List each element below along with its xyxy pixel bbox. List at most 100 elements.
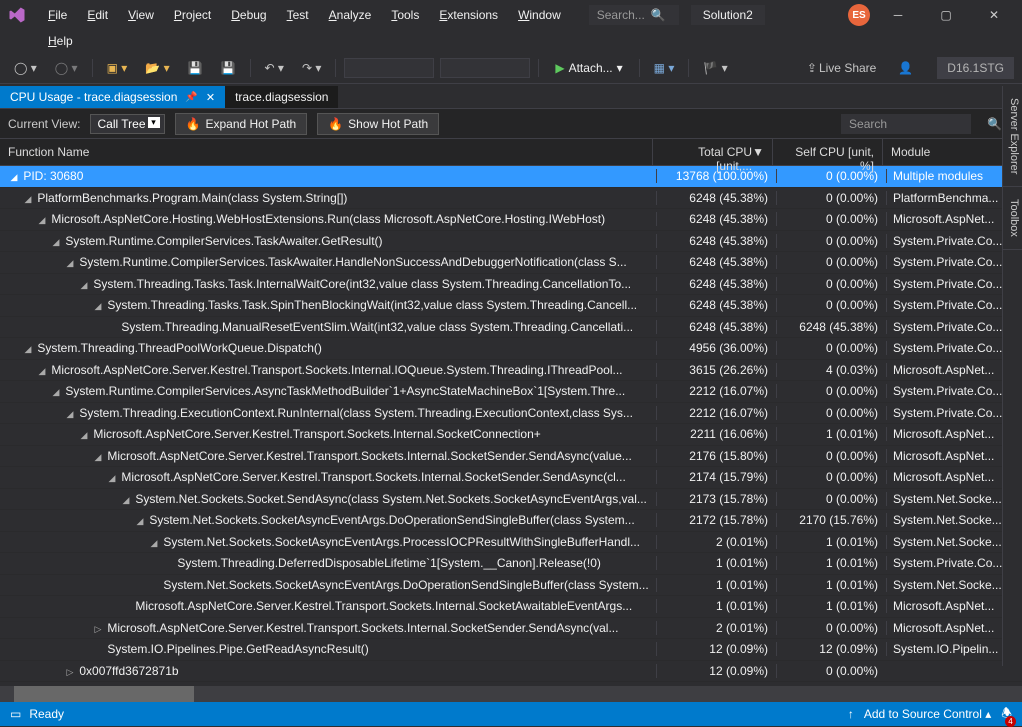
table-row[interactable]: ◢ System.Threading.Tasks.Task.InternalWa… [0,274,1022,296]
menu-view[interactable]: View [120,4,162,26]
col-module[interactable]: Module [883,139,1005,165]
liveshare-button[interactable]: ⇪ Live Share [801,57,882,79]
menu-test[interactable]: Test [279,4,317,26]
profiler-search-input[interactable]: Search [841,114,971,134]
open-file-button[interactable]: 📂 ▾ [139,57,175,79]
menu-debug[interactable]: Debug [223,4,274,26]
scrollbar-thumb[interactable] [14,686,194,702]
minimize-button[interactable]: ─ [878,2,918,28]
table-row[interactable]: ◢ Microsoft.AspNetCore.Server.Kestrel.Tr… [0,446,1022,468]
expander-icon[interactable]: ◢ [148,538,160,549]
notifications-button[interactable]: 🕭 4 [1001,704,1012,725]
table-row[interactable]: System.IO.Pipelines.Pipe.GetReadAsyncRes… [0,639,1022,661]
table-row[interactable]: ◢ Microsoft.AspNetCore.Server.Kestrel.Tr… [0,424,1022,446]
toolbar-icon-1[interactable]: ▦ ▾ [648,57,681,79]
expander-icon[interactable]: ◢ [22,194,34,205]
toolbar-icon-2[interactable]: 🏴 ▾ [697,57,733,79]
table-row[interactable]: ◢ System.Runtime.CompilerServices.TaskAw… [0,252,1022,274]
expander-icon[interactable]: ◢ [120,495,132,506]
function-name-text: Microsoft.AspNetCore.Server.Kestrel.Tran… [107,449,631,463]
config-dropdown[interactable] [344,58,434,78]
menu-help[interactable]: Help [40,30,81,52]
expander-icon[interactable]: ◢ [50,237,62,248]
add-source-control[interactable]: Add to Source Control ▴ [864,707,991,721]
attach-button[interactable]: ▶ Attach... ▾ [547,58,630,78]
expander-icon[interactable]: ▷ [64,667,76,678]
expander-icon[interactable]: ◢ [78,430,90,441]
toolbox-tab[interactable]: Toolbox [1003,187,1022,250]
table-row[interactable]: ◢ System.Runtime.CompilerServices.AsyncT… [0,381,1022,403]
table-row[interactable]: ◢ System.Net.Sockets.SocketAsyncEventArg… [0,510,1022,532]
tab-cpu-usage[interactable]: CPU Usage - trace.diagsession 📌 ✕ [0,86,225,108]
col-self-cpu[interactable]: Self CPU [unit, %] [773,139,883,165]
menu-edit[interactable]: Edit [79,4,116,26]
menu-extensions[interactable]: Extensions [431,4,506,26]
feedback-button[interactable]: 👤 [892,57,919,79]
cell-function: ▷ 0x007ffd3672871b [0,664,656,678]
save-button[interactable]: 💾 [182,57,209,79]
col-total-cpu[interactable]: Total CPU [unit,...▼ [653,139,773,165]
expander-icon[interactable]: ◢ [36,215,48,226]
save-all-button[interactable]: 💾 [215,57,242,79]
expander-icon[interactable]: ◢ [92,301,104,312]
table-row[interactable]: ◢ System.Threading.Tasks.Task.SpinThenBl… [0,295,1022,317]
expander-icon[interactable]: ◢ [8,172,20,183]
publish-icon[interactable]: ↑ [848,707,854,721]
current-view-select[interactable]: Call Tree [90,114,164,134]
table-row[interactable]: ◢ System.Threading.ThreadPoolWorkQueue.D… [0,338,1022,360]
expander-icon[interactable]: ◢ [134,516,146,527]
table-row[interactable]: ◢ PlatformBenchmarks.Program.Main(class … [0,188,1022,210]
solution-name[interactable]: Solution2 [691,5,765,25]
close-icon[interactable]: ✕ [206,91,215,104]
platform-dropdown[interactable] [440,58,530,78]
expander-icon[interactable]: ◢ [106,473,118,484]
menu-window[interactable]: Window [510,4,569,26]
server-explorer-tab[interactable]: Server Explorer [1003,86,1022,187]
pin-icon[interactable]: 📌 [185,92,197,103]
table-row[interactable]: System.Threading.DeferredDisposableLifet… [0,553,1022,575]
menu-file[interactable]: File [40,4,75,26]
expand-hot-path-button[interactable]: 🔥 Expand Hot Path [175,113,308,135]
menu-tools[interactable]: Tools [383,4,427,26]
expander-icon[interactable]: ◢ [22,344,34,355]
expander-icon[interactable]: ◢ [92,452,104,463]
table-row[interactable]: ▷ Microsoft.AspNetCore.Server.Kestrel.Tr… [0,618,1022,640]
col-function-name[interactable]: Function Name [0,139,653,165]
horizontal-scrollbar[interactable] [0,686,1022,702]
titlebar-search[interactable]: Search... 🔍 [589,5,679,25]
nav-forward-button[interactable]: ◯ ▾ [49,57,84,79]
table-row[interactable]: ◢ Microsoft.AspNetCore.Server.Kestrel.Tr… [0,360,1022,382]
redo-button[interactable]: ↷ ▾ [296,57,327,79]
table-row[interactable]: ◢ System.Net.Sockets.SocketAsyncEventArg… [0,532,1022,554]
table-row[interactable]: ◢ Microsoft.AspNetCore.Hosting.WebHostEx… [0,209,1022,231]
expander-icon[interactable]: ◢ [64,258,76,269]
search-placeholder: Search... [597,8,645,22]
expander-icon[interactable]: ▷ [92,624,104,635]
table-row[interactable]: ◢ Microsoft.AspNetCore.Server.Kestrel.Tr… [0,467,1022,489]
table-row[interactable]: System.Threading.ManualResetEventSlim.Wa… [0,317,1022,339]
user-badge[interactable]: ES [848,4,870,26]
table-row[interactable]: ▷ 0x007ffd3672871b12 (0.09%)0 (0.00%) [0,661,1022,683]
table-row[interactable]: ◢ System.Threading.ExecutionContext.RunI… [0,403,1022,425]
undo-button[interactable]: ↶ ▾ [259,57,290,79]
table-row[interactable]: ◢ System.Net.Sockets.Socket.SendAsync(cl… [0,489,1022,511]
nav-back-button[interactable]: ◯ ▾ [8,57,43,79]
table-body[interactable]: ◢ PID: 3068013768 (100.00%)0 (0.00%)Mult… [0,166,1022,686]
close-button[interactable]: ✕ [974,2,1014,28]
table-row[interactable]: Microsoft.AspNetCore.Server.Kestrel.Tran… [0,596,1022,618]
cell-module: System.Private.Co... [886,556,1008,570]
expander-icon[interactable]: ◢ [78,280,90,291]
tab-trace[interactable]: trace.diagsession [225,86,338,108]
expander-icon[interactable]: ◢ [50,387,62,398]
menu-project[interactable]: Project [166,4,219,26]
expander-icon[interactable]: ◢ [36,366,48,377]
menu-analyze[interactable]: Analyze [321,4,380,26]
new-project-button[interactable]: ▣ ▾ [101,57,134,79]
table-row[interactable]: ◢ System.Runtime.CompilerServices.TaskAw… [0,231,1022,253]
expander-icon[interactable]: ◢ [64,409,76,420]
show-hot-path-button[interactable]: 🔥 Show Hot Path [317,113,439,135]
table-row[interactable]: System.Net.Sockets.SocketAsyncEventArgs.… [0,575,1022,597]
maximize-button[interactable]: ▢ [926,2,966,28]
cell-self-cpu: 0 (0.00%) [776,212,886,226]
table-row[interactable]: ◢ PID: 3068013768 (100.00%)0 (0.00%)Mult… [0,166,1022,188]
